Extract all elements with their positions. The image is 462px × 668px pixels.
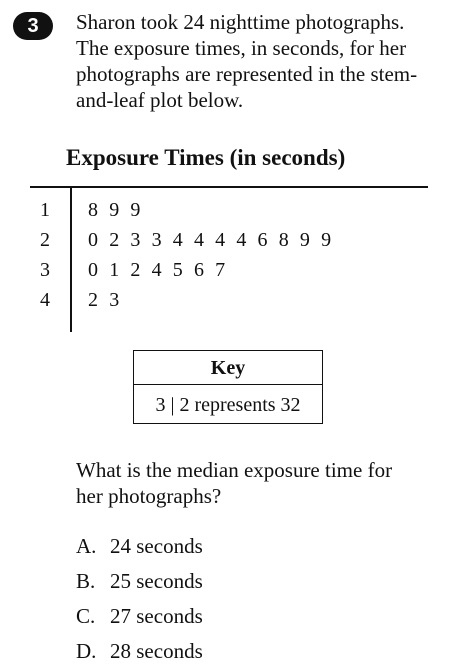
leaf-value: 2 (88, 289, 98, 311)
leaf-value: 0 (88, 229, 98, 251)
leaf-value: 6 (193, 259, 204, 281)
answer-choice-d[interactable]: D. 28 seconds (76, 638, 203, 664)
leaf-value: 0 (88, 259, 98, 281)
answer-choice-b[interactable]: B. 25 seconds (76, 568, 203, 594)
stem-value: 1 (40, 199, 50, 221)
leaf-value: 4 (236, 229, 247, 251)
leaf-value: 9 (321, 229, 332, 251)
choice-letter: A. (76, 534, 97, 558)
choice-text: 25 seconds (110, 569, 203, 593)
leaf-value: 9 (299, 229, 310, 251)
leaf-value: 1 (109, 259, 120, 281)
choice-letter: C. (76, 604, 96, 628)
leaf-value: 4 (151, 259, 162, 281)
leaf-value: 8 (278, 229, 289, 251)
stem-value: 3 (40, 259, 50, 281)
median-question: What is the median exposure time for her… (76, 458, 393, 508)
leaf-value: 4 (172, 229, 183, 251)
stem-value: 2 (40, 229, 50, 251)
leaf-value: 2 (130, 259, 141, 281)
question-number-badge: 3 (13, 12, 53, 40)
leaf-value: 6 (257, 229, 268, 251)
key-title: Key (134, 351, 322, 385)
plot-horizontal-rule (30, 186, 428, 188)
leaf-value: 9 (130, 199, 141, 221)
plot-title: Exposure Times (in seconds) (66, 145, 346, 170)
choice-text: 27 seconds (110, 604, 203, 628)
leaf-values: 023344446899 (88, 226, 342, 254)
leaf-values: 23 (88, 286, 130, 314)
plot-key: Key 3 | 2 represents 32 (133, 350, 323, 424)
answer-choice-a[interactable]: A. 24 seconds (76, 533, 203, 559)
question-prompt: Sharon took 24 nighttime photographs. Th… (76, 10, 418, 112)
choice-letter: B. (76, 569, 96, 593)
stem-value: 4 (40, 289, 50, 311)
key-text: 3 | 2 represents 32 (155, 394, 301, 416)
leaf-value: 2 (109, 229, 120, 251)
leaf-value: 7 (215, 259, 226, 281)
leaf-value: 9 (109, 199, 120, 221)
leaf-values: 0124567 (88, 256, 236, 284)
leaf-value: 5 (172, 259, 183, 281)
choice-text: 28 seconds (110, 639, 203, 663)
choice-text: 24 seconds (110, 534, 203, 558)
leaf-value: 3 (130, 229, 141, 251)
leaf-values: 899 (88, 196, 152, 224)
choice-letter: D. (76, 639, 97, 663)
leaf-value: 8 (88, 199, 98, 221)
leaf-value: 4 (215, 229, 226, 251)
leaf-value: 3 (109, 289, 120, 311)
answer-choice-c[interactable]: C. 27 seconds (76, 603, 203, 629)
plot-vertical-rule (70, 186, 72, 332)
leaf-value: 3 (151, 229, 162, 251)
leaf-value: 4 (193, 229, 204, 251)
